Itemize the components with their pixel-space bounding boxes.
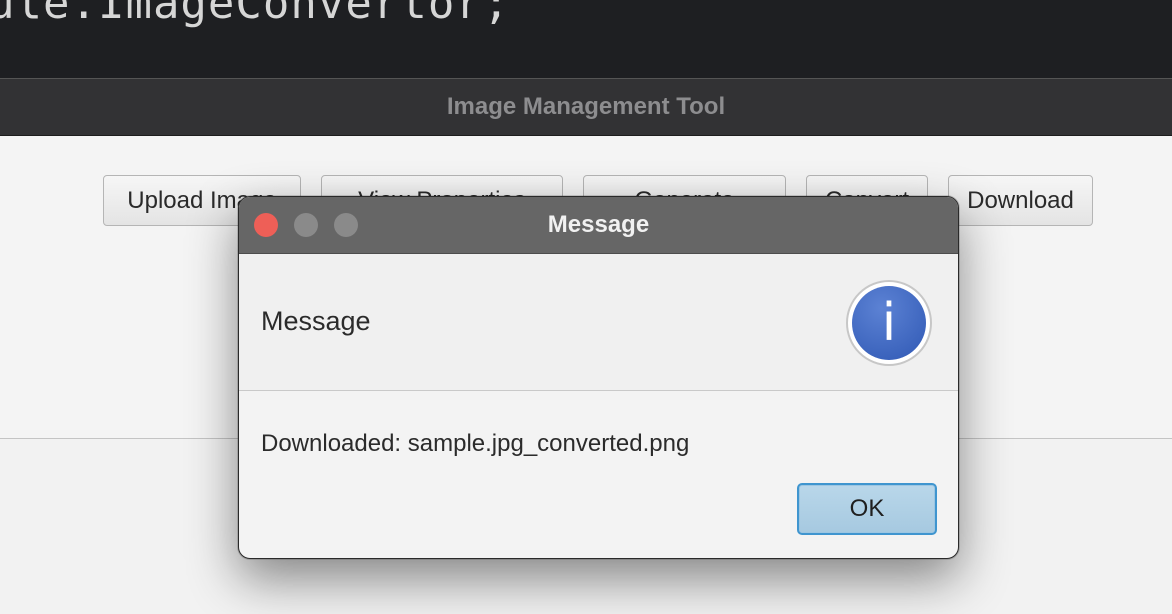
app-title: Image Management Tool [446, 93, 726, 120]
dialog-body: Downloaded: sample.jpg_converted.png OK [239, 391, 958, 558]
code-line: ule.ImageConvertor; [0, 0, 511, 29]
close-window-button[interactable] [254, 213, 278, 237]
app-titlebar: Image Management Tool [0, 79, 1172, 136]
maximize-window-button[interactable] [334, 213, 358, 237]
dialog-title: Message [547, 211, 650, 238]
message-dialog: Message Message i Downloaded: sample.jpg… [238, 196, 959, 559]
download-button[interactable]: Download [948, 175, 1093, 226]
dialog-header-text: Message [261, 306, 371, 336]
info-icon: i [846, 280, 932, 366]
minimize-window-button[interactable] [294, 213, 318, 237]
code-editor-background: ule.ImageConvertor; [0, 0, 1172, 80]
dialog-titlebar: Message [239, 197, 958, 254]
dialog-header: Message i [239, 254, 958, 391]
dialog-message: Downloaded: sample.jpg_converted.png [261, 430, 690, 457]
ok-button[interactable]: OK [797, 483, 937, 535]
